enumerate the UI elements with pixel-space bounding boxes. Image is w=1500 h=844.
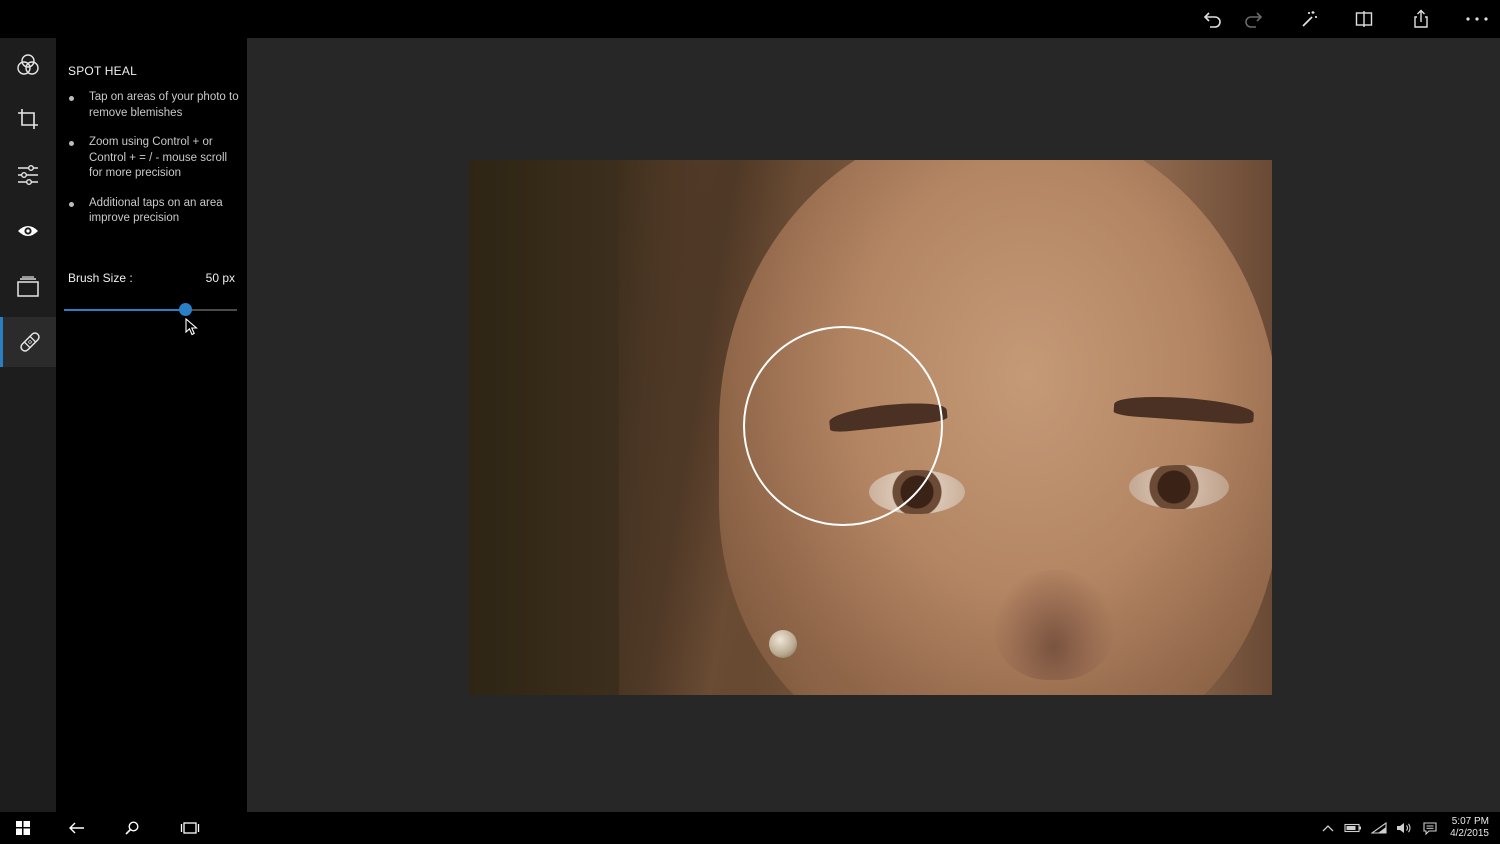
spot-heal-panel: SPOT HEAL Tap on areas of your photo to … (56, 38, 247, 812)
mouse-pointer-icon (185, 317, 199, 341)
photo-eye-right (1129, 465, 1229, 509)
clock-time: 5:07 PM (1451, 816, 1489, 827)
brush-cursor-circle (743, 326, 943, 526)
tip-item: Additional taps on an area improve preci… (68, 196, 240, 227)
filters-icon[interactable] (0, 40, 56, 90)
brush-size-value: 50 px (205, 271, 235, 285)
spot-heal-icon[interactable] (0, 317, 56, 367)
more-icon[interactable] (1464, 7, 1490, 31)
red-eye-icon[interactable] (0, 206, 56, 256)
wifi-icon[interactable] (1370, 818, 1388, 838)
clock-date: 4/2/2015 (1450, 828, 1489, 839)
battery-icon[interactable] (1343, 818, 1363, 838)
tool-rail (0, 38, 56, 812)
auto-enhance-icon[interactable] (1296, 7, 1322, 31)
windows-start-icon[interactable] (14, 818, 32, 838)
back-arrow-icon[interactable] (67, 818, 87, 838)
photo-nose (994, 570, 1114, 680)
tips-list: Tap on areas of your photo to remove ble… (68, 90, 240, 241)
redo-icon[interactable] (1240, 7, 1266, 31)
slider-fill (64, 309, 186, 311)
panel-title: SPOT HEAL (68, 64, 137, 78)
undo-icon[interactable] (1200, 7, 1226, 31)
top-toolbar (0, 0, 1500, 38)
taskbar: 5:07 PM 4/2/2015 (0, 812, 1500, 844)
adjustments-icon[interactable] (0, 150, 56, 200)
compare-icon[interactable] (1351, 7, 1377, 31)
photo-earring (769, 630, 797, 658)
search-icon[interactable] (122, 818, 142, 838)
share-icon[interactable] (1408, 7, 1434, 31)
crop-icon[interactable] (0, 94, 56, 144)
tip-item: Tap on areas of your photo to remove ble… (68, 90, 240, 121)
taskbar-clock[interactable]: 5:07 PM 4/2/2015 (1450, 816, 1489, 840)
task-view-icon[interactable] (179, 818, 201, 838)
chevron-up-icon[interactable] (1320, 818, 1336, 838)
slider-thumb[interactable] (179, 303, 193, 316)
frames-icon[interactable] (0, 262, 56, 312)
volume-icon[interactable] (1395, 818, 1413, 838)
brush-size-slider[interactable] (64, 302, 237, 318)
tip-item: Zoom using Control + or Control + = / - … (68, 135, 240, 182)
brush-size-label: Brush Size : (68, 271, 133, 285)
action-center-icon[interactable] (1421, 818, 1439, 838)
